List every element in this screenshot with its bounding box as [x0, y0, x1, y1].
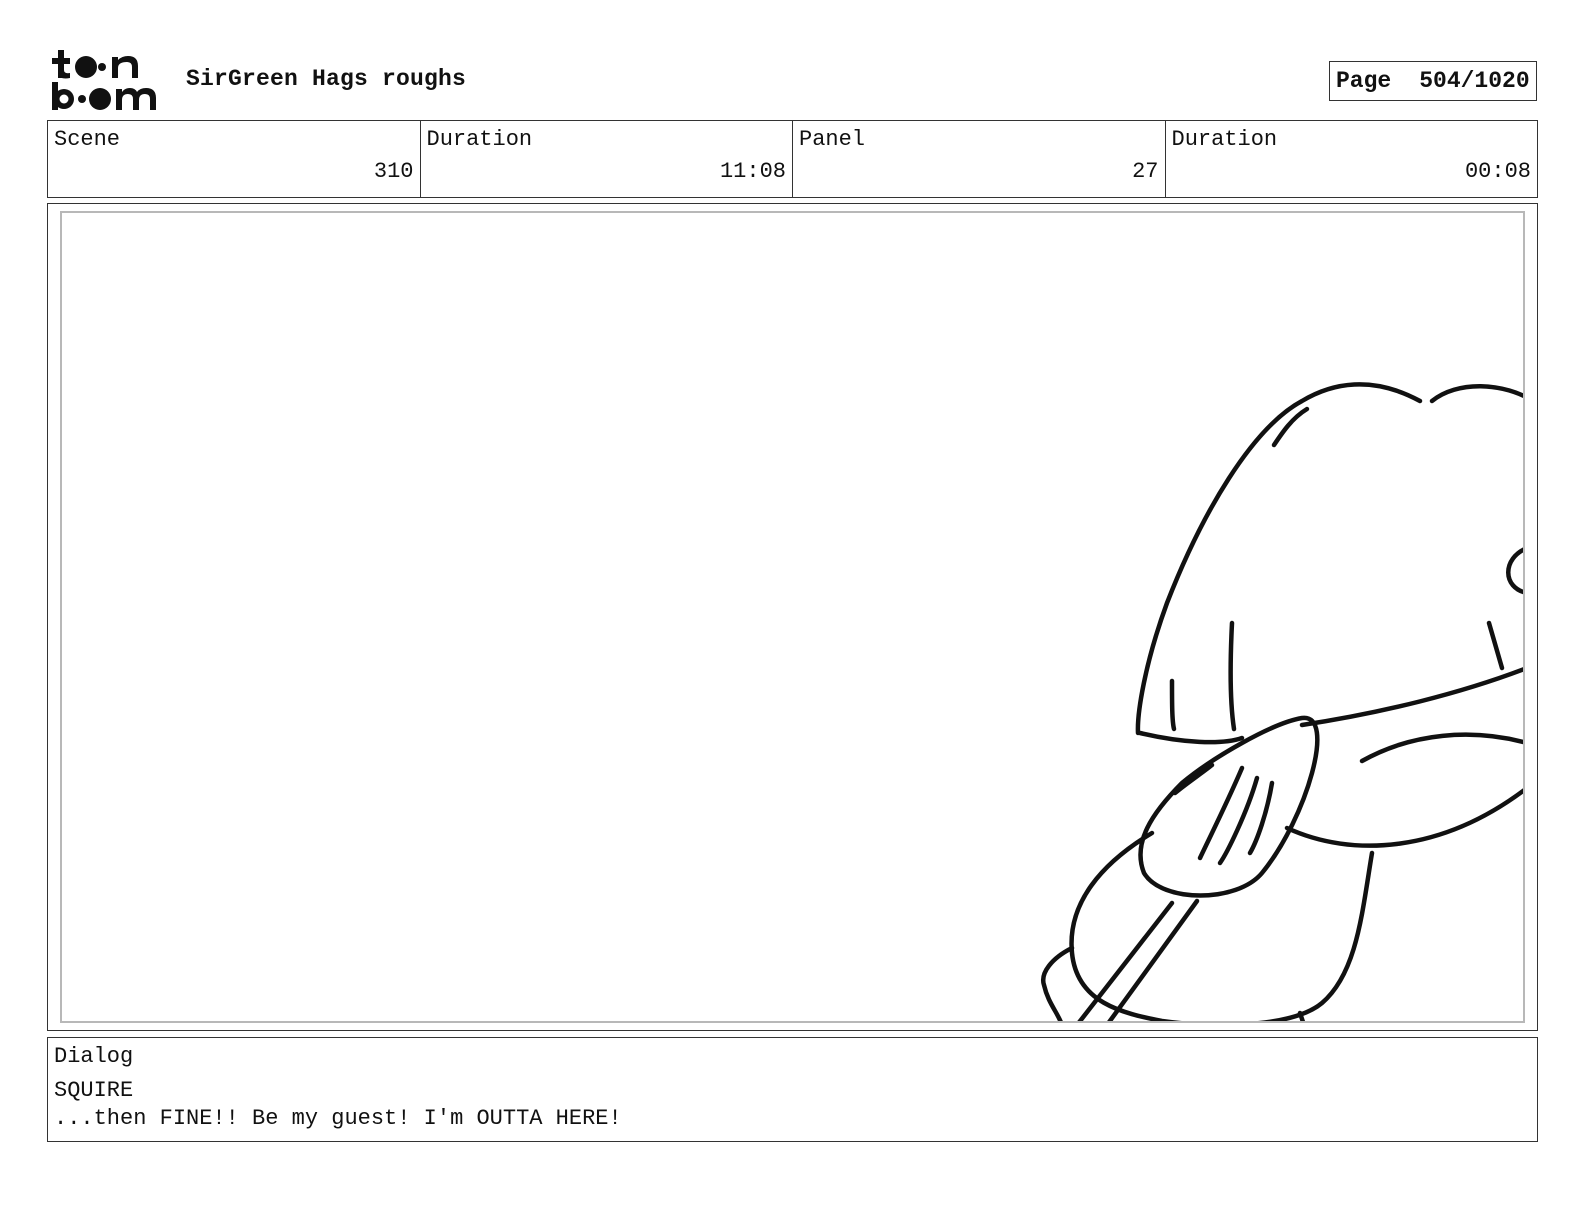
scene-duration-cell: Duration 11:08 — [421, 121, 793, 197]
scene-cell: Scene 310 — [48, 121, 421, 197]
panel-safe-area — [60, 211, 1525, 1023]
page-number: 504/1020 — [1419, 68, 1530, 94]
project-title: SirGreen Hags roughs — [186, 66, 467, 92]
dialog-section: Dialog SQUIRE ...then FINE!! Be my guest… — [47, 1037, 1538, 1142]
panel-label: Panel — [799, 127, 866, 152]
dialog-line: ...then FINE!! Be my guest! I'm OUTTA HE… — [54, 1106, 622, 1131]
page-label: Page — [1336, 68, 1392, 94]
toon-boom-logo — [50, 48, 164, 112]
dialog-speaker: SQUIRE — [54, 1078, 134, 1103]
panel-duration-value: 00:08 — [1464, 159, 1531, 184]
panel-value: 27 — [1132, 159, 1159, 184]
scene-value: 310 — [373, 159, 414, 184]
page-indicator: Page 504/1020 — [1329, 61, 1537, 101]
scene-duration-value: 11:08 — [719, 159, 786, 184]
panel-cell: Panel 27 — [793, 121, 1166, 197]
rough-sketch-icon — [1041, 382, 1523, 1021]
storyboard-panel — [47, 203, 1538, 1031]
dialog-label: Dialog — [54, 1044, 134, 1069]
panel-duration-cell: Duration 00:08 — [1166, 121, 1538, 197]
scene-label: Scene — [54, 127, 121, 152]
scene-info-row: Scene 310 Duration 11:08 Panel 27 Durati… — [47, 120, 1538, 198]
scene-duration-label: Duration — [426, 127, 533, 152]
panel-duration-label: Duration — [1171, 127, 1278, 152]
